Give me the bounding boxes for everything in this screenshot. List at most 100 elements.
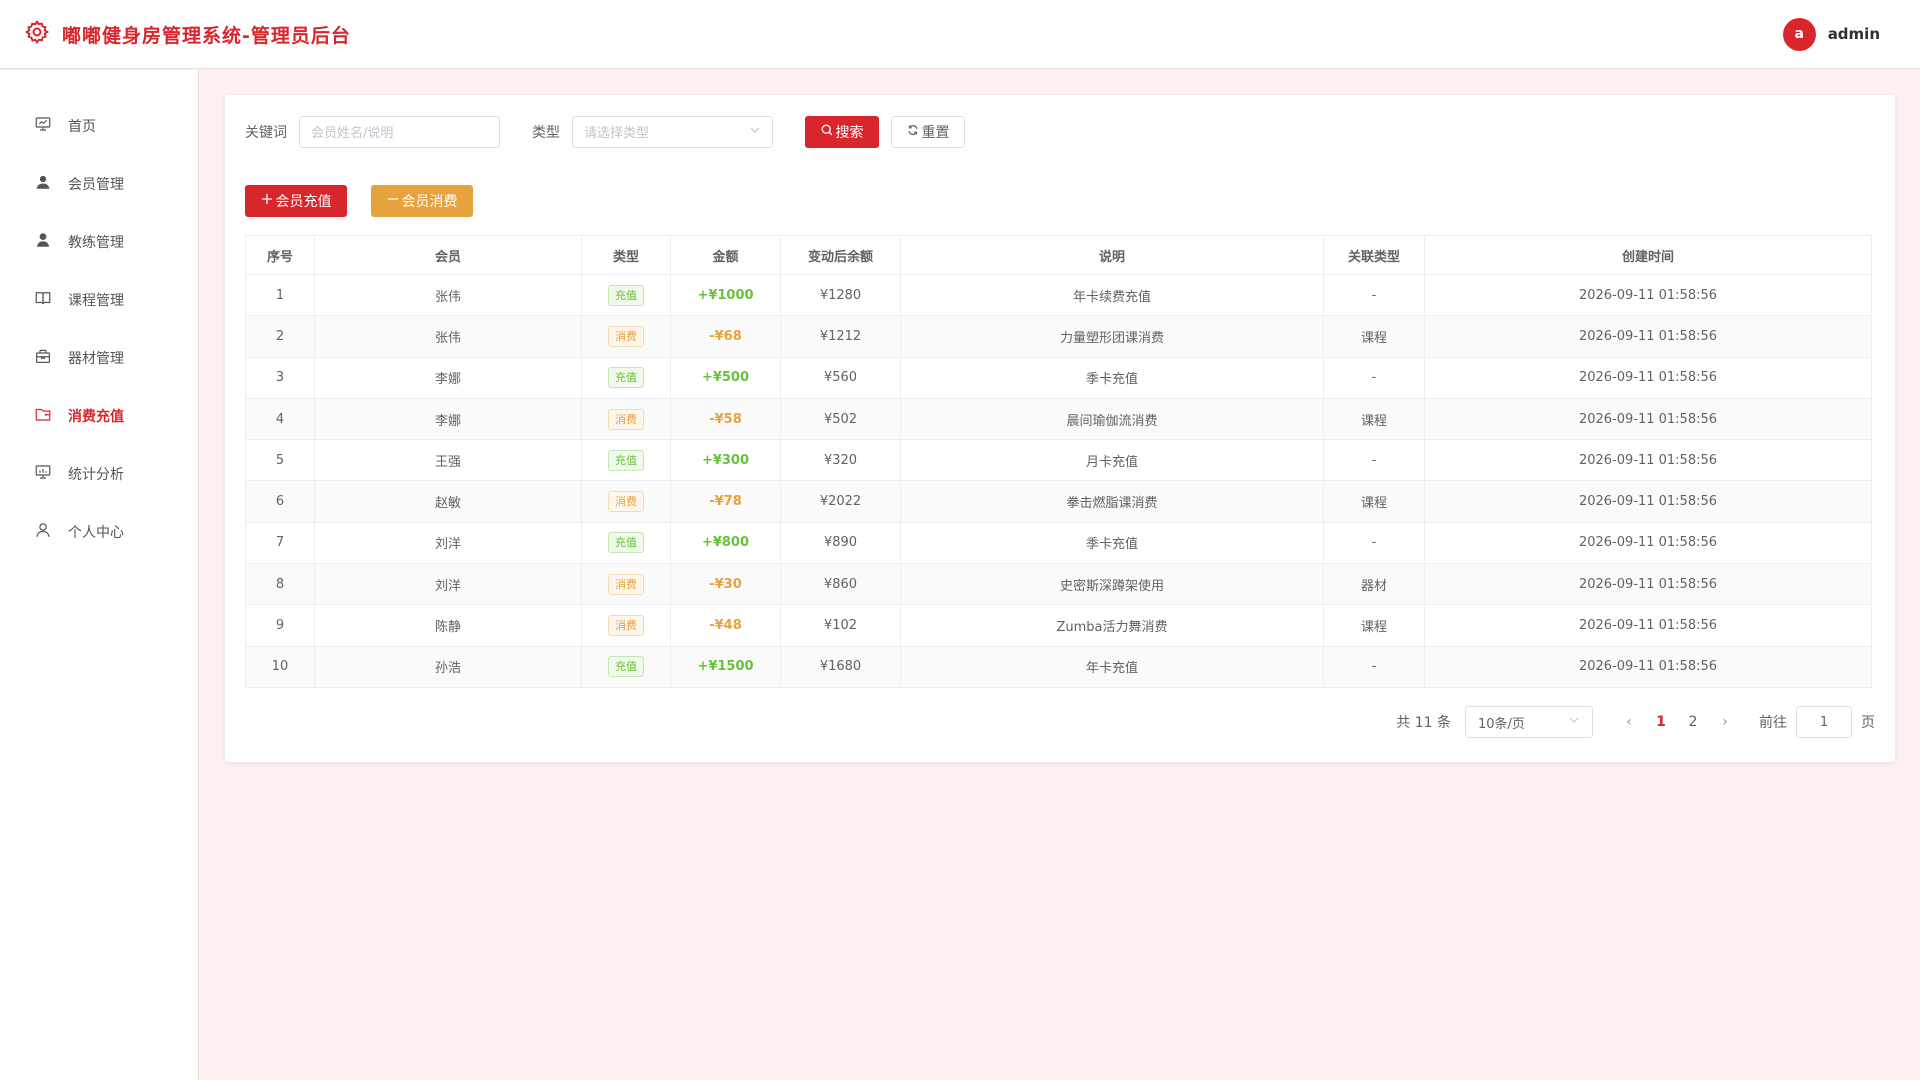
cell-member: 刘洋 <box>314 522 582 565</box>
cell-type: 充值 <box>581 439 671 482</box>
user-menu[interactable]: a admin <box>1782 17 1880 51</box>
goto-page-input[interactable]: 1 <box>1796 706 1852 738</box>
cell-desc: 年卡续费充值 <box>900 274 1324 317</box>
member-consume-label: 会员消费 <box>401 194 458 210</box>
gear-icon <box>24 19 50 49</box>
sidebar-item-profile[interactable]: 个人中心 <box>0 503 198 561</box>
cell-type: 消费 <box>581 480 671 523</box>
cell-amount: -¥30 <box>670 563 781 606</box>
search-button[interactable]: 搜索 <box>805 115 879 148</box>
cell-balance: ¥1680 <box>780 646 901 688</box>
filter-bar: 关键词 会员姓名/说明 类型 请选择类型 搜索 重置 <box>245 115 1875 148</box>
type-tag: 消费 <box>608 615 644 637</box>
cell-desc: 季卡充值 <box>900 357 1324 399</box>
cell-related: - <box>1323 274 1425 317</box>
type-tag: 充值 <box>608 367 644 389</box>
cell-amount: +¥1000 <box>670 274 781 317</box>
cell-time: 2026-09-11 01:58:56 <box>1424 357 1872 399</box>
cell-amount: -¥68 <box>670 315 781 358</box>
search-button-label: 搜索 <box>835 124 864 141</box>
sidebar-item-coaches[interactable]: 教练管理 <box>0 213 198 271</box>
sidebar-item-label: 消费充值 <box>68 409 124 425</box>
cell-amount: +¥800 <box>670 522 781 565</box>
next-page-icon[interactable]: › <box>1709 714 1741 730</box>
presentation-board-icon <box>34 115 52 137</box>
prev-page-icon[interactable]: ‹ <box>1613 714 1645 730</box>
cell-desc: Zumba活力舞消费 <box>900 604 1324 647</box>
cell-time: 2026-09-11 01:58:56 <box>1424 398 1872 441</box>
sidebar-item-statistics[interactable]: 统计分析 <box>0 445 198 503</box>
sidebar-item-consume-recharge[interactable]: 消费充值 <box>0 387 198 445</box>
cell-balance: ¥890 <box>780 522 901 565</box>
page-size-select[interactable]: 10条/页 <box>1465 706 1593 738</box>
cell-member: 刘洋 <box>314 563 582 606</box>
cell-no: 10 <box>245 646 315 688</box>
cell-balance: ¥502 <box>780 398 901 441</box>
main-panel: 关键词 会员姓名/说明 类型 请选择类型 搜索 重置 会员充值 会员消费 序号 … <box>225 95 1895 762</box>
search-icon <box>821 124 833 140</box>
table-row: 7 刘洋 充值 +¥800 ¥890 季卡充值 - 2026-09-11 01:… <box>245 522 1872 565</box>
cell-type: 充值 <box>581 646 671 688</box>
type-tag: 充值 <box>608 532 644 554</box>
column-header: 关联类型 <box>1323 235 1425 275</box>
cell-no: 2 <box>245 315 315 358</box>
cell-desc: 力量塑形团课消费 <box>900 315 1324 358</box>
total-count: 共 11 条 <box>1396 715 1451 731</box>
cell-type: 充值 <box>581 357 671 399</box>
sidebar-item-label: 教练管理 <box>68 235 124 251</box>
table-row: 3 李娜 充值 +¥500 ¥560 季卡充值 - 2026-09-11 01:… <box>245 357 1872 399</box>
cell-member: 赵敏 <box>314 480 582 523</box>
member-consume-button[interactable]: 会员消费 <box>371 185 473 217</box>
action-bar: 会员充值 会员消费 <box>245 185 1875 217</box>
cell-type: 消费 <box>581 398 671 441</box>
reset-button[interactable]: 重置 <box>891 115 965 148</box>
keyword-input[interactable]: 会员姓名/说明 <box>299 115 500 148</box>
cell-balance: ¥1280 <box>780 274 901 317</box>
cell-time: 2026-09-11 01:58:56 <box>1424 646 1872 688</box>
user-avatar-icon <box>34 231 52 253</box>
table-row: 5 王强 充值 +¥300 ¥320 月卡充值 - 2026-09-11 01:… <box>245 439 1872 482</box>
username[interactable]: admin <box>1828 25 1880 43</box>
cell-desc: 季卡充值 <box>900 522 1324 565</box>
cell-desc: 史密斯深蹲架使用 <box>900 563 1324 606</box>
cell-amount: +¥500 <box>670 357 781 399</box>
cell-no: 4 <box>245 398 315 441</box>
keyword-placeholder: 会员姓名/说明 <box>311 126 394 141</box>
cell-time: 2026-09-11 01:58:56 <box>1424 604 1872 647</box>
cell-balance: ¥1212 <box>780 315 901 358</box>
avatar[interactable]: a <box>1782 17 1816 51</box>
brand: 嘟嘟健身房管理系统-管理员后台 <box>24 19 351 49</box>
table-row: 9 陈静 消费 -¥48 ¥102 Zumba活力舞消费 课程 2026-09-… <box>245 604 1872 647</box>
type-select[interactable]: 请选择类型 <box>572 115 773 148</box>
cell-desc: 晨间瑜伽流消费 <box>900 398 1324 441</box>
sidebar-item-label: 统计分析 <box>68 467 124 483</box>
sidebar-item-members[interactable]: 会员管理 <box>0 155 198 213</box>
page-number[interactable]: 2 <box>1677 714 1709 730</box>
cell-time: 2026-09-11 01:58:56 <box>1424 563 1872 606</box>
cell-balance: ¥2022 <box>780 480 901 523</box>
table-row: 2 张伟 消费 -¥68 ¥1212 力量塑形团课消费 课程 2026-09-1… <box>245 315 1872 358</box>
sidebar-item-home[interactable]: 首页 <box>0 97 198 155</box>
column-header: 序号 <box>245 235 315 275</box>
sidebar-item-label: 器材管理 <box>68 351 124 367</box>
table-row: 10 孙浩 充值 +¥1500 ¥1680 年卡充值 - 2026-09-11 … <box>245 646 1872 688</box>
cell-desc: 拳击燃脂课消费 <box>900 480 1324 523</box>
type-label: 类型 <box>532 124 560 141</box>
type-tag: 消费 <box>608 573 644 595</box>
table-header-row: 序号 会员 类型 金额 变动后余额 说明 关联类型 创建时间 <box>245 235 1872 275</box>
cell-time: 2026-09-11 01:58:56 <box>1424 274 1872 317</box>
cell-related: - <box>1323 439 1425 482</box>
cell-no: 7 <box>245 522 315 565</box>
sidebar-item-equipment[interactable]: 器材管理 <box>0 329 198 387</box>
sidebar-item-courses[interactable]: 课程管理 <box>0 271 198 329</box>
page-number[interactable]: 1 <box>1645 714 1677 730</box>
type-tag: 充值 <box>608 449 644 471</box>
column-header: 会员 <box>314 235 582 275</box>
plus-icon <box>261 193 273 209</box>
cell-time: 2026-09-11 01:58:56 <box>1424 522 1872 565</box>
top-header: 嘟嘟健身房管理系统-管理员后台 a admin <box>0 0 1920 69</box>
member-recharge-button[interactable]: 会员充值 <box>245 185 347 217</box>
cell-balance: ¥102 <box>780 604 901 647</box>
app-title: 嘟嘟健身房管理系统-管理员后台 <box>62 24 351 47</box>
cell-no: 1 <box>245 274 315 317</box>
